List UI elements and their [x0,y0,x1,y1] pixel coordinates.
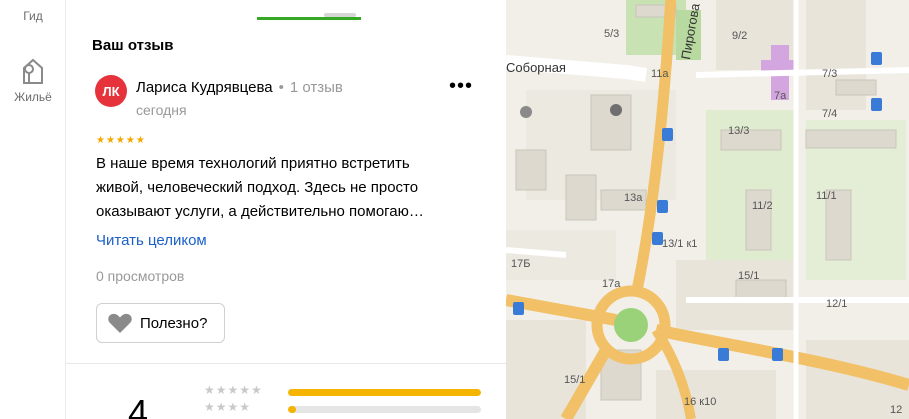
map-building-label: 7/3 [822,68,838,80]
rail-item-label: Гид [23,9,43,23]
rating-bar [288,389,481,396]
map-building-label: 13а [624,192,643,204]
rating-row-stars: ★★★★ [204,400,252,414]
map-building-label: 5/3 [604,28,620,40]
map-building-label: 15/1 [564,374,586,386]
author-line: Лариса Кудрявцева • 1 отзыв [136,79,343,96]
section-divider [66,363,506,364]
app-window: Гид Жильё Ваш отзыв ЛК Лариса Кудрявцева… [0,0,909,419]
rating-row-stars: ★★★★★ [204,383,263,397]
rating-bar [288,406,481,413]
left-rail: Гид Жильё [0,0,66,419]
map-building-label: 15/1 [738,270,760,282]
author-review-count: 1 отзыв [289,79,343,96]
rail-item-guide[interactable]: Гид [0,9,66,23]
views-count: 0 просмотров [96,268,185,284]
map-building-label: 16 к10 [684,396,717,408]
review-rating-stars: ★★★★★ [96,135,146,146]
read-more-link[interactable]: Читать целиком [96,232,207,249]
map-building-label: 7а [774,90,787,102]
map-building-label: 7/4 [822,108,838,120]
review-text-line: В наше время технологий приятно встретит… [96,155,410,172]
avatar[interactable]: ЛК [95,75,127,107]
author-name[interactable]: Лариса Кудрявцева [136,79,273,96]
rail-item-housing[interactable]: Жильё [0,56,66,104]
map-building-label: 11/2 [752,200,773,212]
average-rating: 4 [128,392,149,419]
home-icon [0,56,66,86]
review-date: сегодня [136,102,187,118]
map-building-label: 9/2 [732,30,748,42]
useful-label: Полезно? [140,314,208,332]
map-building-label: 11/1 [816,190,837,202]
rating-bar-fill [288,406,296,413]
useful-button[interactable]: Полезно? [96,303,225,343]
map-canvas [506,0,909,419]
rating-bar-fill [288,389,481,396]
review-text-line: живой, человеческий подход. Здесь не про… [96,179,419,196]
separator-dot: • [278,79,284,96]
review-text-line: оказывают услуги, а действительно помога… [96,203,424,220]
section-title: Ваш отзыв [92,37,174,54]
active-tab-indicator [257,17,361,20]
rail-item-label: Жильё [14,90,52,104]
map-building-label: 12/1 [826,298,848,310]
map-building-label: 12 [890,404,903,416]
review-text: В наше время технологий приятно встретит… [96,152,484,224]
more-options-button[interactable]: ••• [449,76,473,100]
map-building-label: 13/1 к1 [662,238,698,250]
map-building-label: 17а [602,278,621,290]
map-street-label: Соборная [506,60,566,75]
map-view[interactable]: Соборная Пирогова 5/3 9/2 11а 7/3 7а 7/4… [506,0,909,419]
map-building-label: 11а [651,68,669,80]
map-building-label: 17Б [511,258,531,270]
review-panel: Ваш отзыв ЛК Лариса Кудрявцева • 1 отзыв с… [66,0,506,419]
heart-icon [108,313,132,333]
map-building-label: 13/3 [728,125,750,137]
